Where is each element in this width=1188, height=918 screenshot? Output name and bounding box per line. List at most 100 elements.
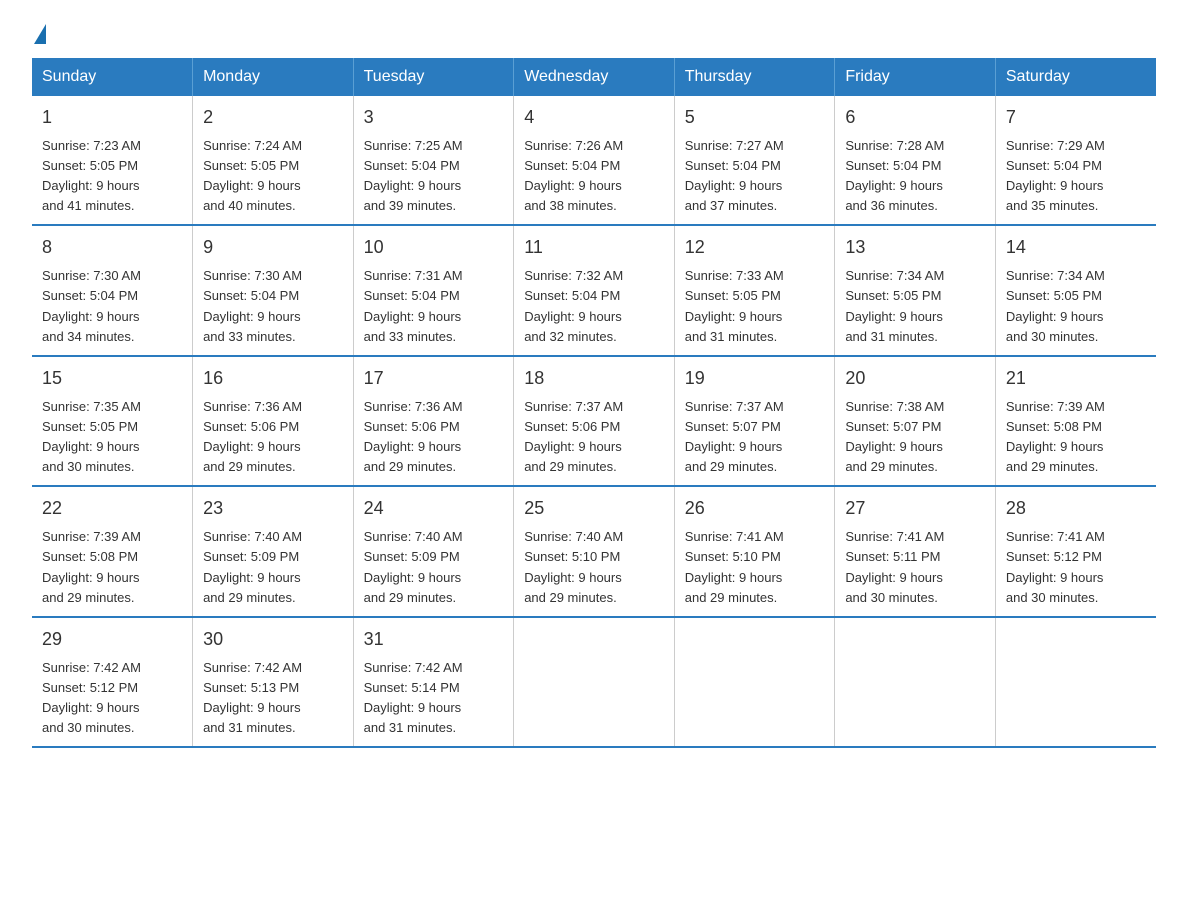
calendar-cell-1-1: 1 Sunrise: 7:23 AMSunset: 5:05 PMDayligh… — [32, 96, 193, 225]
calendar-cell-5-4 — [514, 617, 675, 747]
calendar-cell-3-5: 19 Sunrise: 7:37 AMSunset: 5:07 PMDaylig… — [674, 356, 835, 486]
day-number: 9 — [203, 234, 343, 262]
day-info: Sunrise: 7:30 AMSunset: 5:04 PMDaylight:… — [203, 266, 343, 347]
day-info: Sunrise: 7:41 AMSunset: 5:12 PMDaylight:… — [1006, 527, 1146, 608]
day-info: Sunrise: 7:30 AMSunset: 5:04 PMDaylight:… — [42, 266, 182, 347]
day-info: Sunrise: 7:42 AMSunset: 5:14 PMDaylight:… — [364, 658, 504, 739]
calendar-cell-3-3: 17 Sunrise: 7:36 AMSunset: 5:06 PMDaylig… — [353, 356, 514, 486]
calendar-table: SundayMondayTuesdayWednesdayThursdayFrid… — [32, 58, 1156, 748]
header-monday: Monday — [193, 58, 354, 96]
calendar-cell-5-5 — [674, 617, 835, 747]
day-number: 2 — [203, 104, 343, 132]
header-saturday: Saturday — [995, 58, 1156, 96]
calendar-week-3: 15 Sunrise: 7:35 AMSunset: 5:05 PMDaylig… — [32, 356, 1156, 486]
day-info: Sunrise: 7:31 AMSunset: 5:04 PMDaylight:… — [364, 266, 504, 347]
calendar-week-5: 29 Sunrise: 7:42 AMSunset: 5:12 PMDaylig… — [32, 617, 1156, 747]
day-info: Sunrise: 7:35 AMSunset: 5:05 PMDaylight:… — [42, 397, 182, 478]
calendar-cell-2-1: 8 Sunrise: 7:30 AMSunset: 5:04 PMDayligh… — [32, 225, 193, 355]
day-number: 8 — [42, 234, 182, 262]
calendar-cell-4-4: 25 Sunrise: 7:40 AMSunset: 5:10 PMDaylig… — [514, 486, 675, 616]
calendar-cell-5-2: 30 Sunrise: 7:42 AMSunset: 5:13 PMDaylig… — [193, 617, 354, 747]
day-info: Sunrise: 7:24 AMSunset: 5:05 PMDaylight:… — [203, 136, 343, 217]
calendar-cell-2-7: 14 Sunrise: 7:34 AMSunset: 5:05 PMDaylig… — [995, 225, 1156, 355]
day-info: Sunrise: 7:39 AMSunset: 5:08 PMDaylight:… — [1006, 397, 1146, 478]
day-info: Sunrise: 7:37 AMSunset: 5:07 PMDaylight:… — [685, 397, 825, 478]
day-info: Sunrise: 7:40 AMSunset: 5:10 PMDaylight:… — [524, 527, 664, 608]
day-number: 7 — [1006, 104, 1146, 132]
day-number: 10 — [364, 234, 504, 262]
day-number: 11 — [524, 234, 664, 262]
day-info: Sunrise: 7:28 AMSunset: 5:04 PMDaylight:… — [845, 136, 985, 217]
day-info: Sunrise: 7:33 AMSunset: 5:05 PMDaylight:… — [685, 266, 825, 347]
day-number: 18 — [524, 365, 664, 393]
calendar-week-4: 22 Sunrise: 7:39 AMSunset: 5:08 PMDaylig… — [32, 486, 1156, 616]
day-number: 21 — [1006, 365, 1146, 393]
calendar-week-1: 1 Sunrise: 7:23 AMSunset: 5:05 PMDayligh… — [32, 96, 1156, 225]
header-friday: Friday — [835, 58, 996, 96]
calendar-cell-3-7: 21 Sunrise: 7:39 AMSunset: 5:08 PMDaylig… — [995, 356, 1156, 486]
day-number: 22 — [42, 495, 182, 523]
header-tuesday: Tuesday — [353, 58, 514, 96]
day-info: Sunrise: 7:37 AMSunset: 5:06 PMDaylight:… — [524, 397, 664, 478]
day-info: Sunrise: 7:38 AMSunset: 5:07 PMDaylight:… — [845, 397, 985, 478]
day-number: 20 — [845, 365, 985, 393]
day-number: 4 — [524, 104, 664, 132]
header-sunday: Sunday — [32, 58, 193, 96]
header-wednesday: Wednesday — [514, 58, 675, 96]
calendar-cell-5-6 — [835, 617, 996, 747]
day-number: 19 — [685, 365, 825, 393]
calendar-header-row: SundayMondayTuesdayWednesdayThursdayFrid… — [32, 58, 1156, 96]
day-number: 1 — [42, 104, 182, 132]
header-thursday: Thursday — [674, 58, 835, 96]
calendar-cell-4-6: 27 Sunrise: 7:41 AMSunset: 5:11 PMDaylig… — [835, 486, 996, 616]
calendar-cell-1-3: 3 Sunrise: 7:25 AMSunset: 5:04 PMDayligh… — [353, 96, 514, 225]
day-number: 28 — [1006, 495, 1146, 523]
day-number: 3 — [364, 104, 504, 132]
day-number: 12 — [685, 234, 825, 262]
day-number: 31 — [364, 626, 504, 654]
day-number: 5 — [685, 104, 825, 132]
day-info: Sunrise: 7:40 AMSunset: 5:09 PMDaylight:… — [364, 527, 504, 608]
day-number: 29 — [42, 626, 182, 654]
calendar-cell-4-1: 22 Sunrise: 7:39 AMSunset: 5:08 PMDaylig… — [32, 486, 193, 616]
day-info: Sunrise: 7:36 AMSunset: 5:06 PMDaylight:… — [364, 397, 504, 478]
calendar-cell-5-7 — [995, 617, 1156, 747]
day-info: Sunrise: 7:41 AMSunset: 5:10 PMDaylight:… — [685, 527, 825, 608]
day-number: 24 — [364, 495, 504, 523]
calendar-cell-1-2: 2 Sunrise: 7:24 AMSunset: 5:05 PMDayligh… — [193, 96, 354, 225]
day-info: Sunrise: 7:29 AMSunset: 5:04 PMDaylight:… — [1006, 136, 1146, 217]
day-info: Sunrise: 7:41 AMSunset: 5:11 PMDaylight:… — [845, 527, 985, 608]
calendar-cell-3-1: 15 Sunrise: 7:35 AMSunset: 5:05 PMDaylig… — [32, 356, 193, 486]
calendar-cell-1-6: 6 Sunrise: 7:28 AMSunset: 5:04 PMDayligh… — [835, 96, 996, 225]
day-number: 30 — [203, 626, 343, 654]
day-number: 15 — [42, 365, 182, 393]
day-info: Sunrise: 7:34 AMSunset: 5:05 PMDaylight:… — [845, 266, 985, 347]
calendar-cell-2-3: 10 Sunrise: 7:31 AMSunset: 5:04 PMDaylig… — [353, 225, 514, 355]
day-info: Sunrise: 7:39 AMSunset: 5:08 PMDaylight:… — [42, 527, 182, 608]
day-info: Sunrise: 7:34 AMSunset: 5:05 PMDaylight:… — [1006, 266, 1146, 347]
calendar-cell-3-2: 16 Sunrise: 7:36 AMSunset: 5:06 PMDaylig… — [193, 356, 354, 486]
day-info: Sunrise: 7:40 AMSunset: 5:09 PMDaylight:… — [203, 527, 343, 608]
day-info: Sunrise: 7:23 AMSunset: 5:05 PMDaylight:… — [42, 136, 182, 217]
calendar-cell-2-4: 11 Sunrise: 7:32 AMSunset: 5:04 PMDaylig… — [514, 225, 675, 355]
day-number: 27 — [845, 495, 985, 523]
logo — [32, 24, 46, 42]
day-info: Sunrise: 7:25 AMSunset: 5:04 PMDaylight:… — [364, 136, 504, 217]
calendar-cell-4-2: 23 Sunrise: 7:40 AMSunset: 5:09 PMDaylig… — [193, 486, 354, 616]
logo-triangle-icon — [34, 24, 46, 44]
page-header — [32, 24, 1156, 42]
calendar-cell-4-5: 26 Sunrise: 7:41 AMSunset: 5:10 PMDaylig… — [674, 486, 835, 616]
day-info: Sunrise: 7:27 AMSunset: 5:04 PMDaylight:… — [685, 136, 825, 217]
calendar-cell-5-3: 31 Sunrise: 7:42 AMSunset: 5:14 PMDaylig… — [353, 617, 514, 747]
calendar-cell-1-5: 5 Sunrise: 7:27 AMSunset: 5:04 PMDayligh… — [674, 96, 835, 225]
day-number: 17 — [364, 365, 504, 393]
day-number: 13 — [845, 234, 985, 262]
day-number: 6 — [845, 104, 985, 132]
calendar-cell-1-7: 7 Sunrise: 7:29 AMSunset: 5:04 PMDayligh… — [995, 96, 1156, 225]
day-number: 26 — [685, 495, 825, 523]
day-info: Sunrise: 7:32 AMSunset: 5:04 PMDaylight:… — [524, 266, 664, 347]
calendar-cell-4-7: 28 Sunrise: 7:41 AMSunset: 5:12 PMDaylig… — [995, 486, 1156, 616]
calendar-cell-2-2: 9 Sunrise: 7:30 AMSunset: 5:04 PMDayligh… — [193, 225, 354, 355]
calendar-cell-2-6: 13 Sunrise: 7:34 AMSunset: 5:05 PMDaylig… — [835, 225, 996, 355]
day-info: Sunrise: 7:26 AMSunset: 5:04 PMDaylight:… — [524, 136, 664, 217]
